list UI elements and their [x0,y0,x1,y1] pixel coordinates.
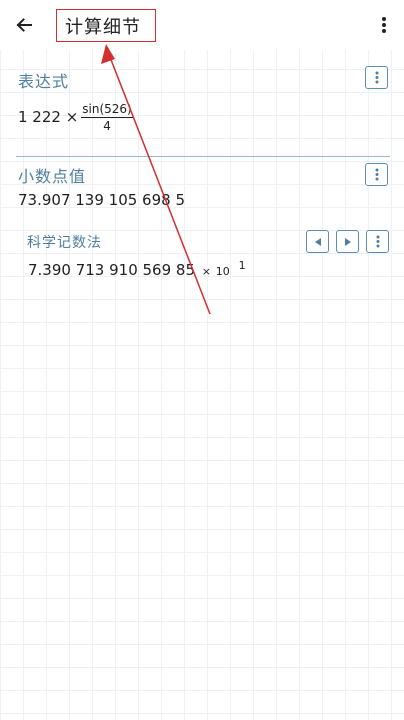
scientific-base: 10 [215,265,230,278]
scientific-mantissa: 7.390 713 910 569 85 [28,261,195,279]
scientific-value: 7.390 713 910 569 85 × 10 1 [28,259,246,279]
more-vertical-icon [375,71,378,84]
scientific-exponent: 1 [238,259,246,272]
more-vertical-icon [375,168,378,181]
scientific-heading: 科学记数法 [27,235,102,251]
previous-format-button[interactable] [306,230,329,253]
overflow-menu-button[interactable] [374,13,394,37]
expression-prefix: 1 222 × [18,108,79,126]
scientific-times-sign: × [201,265,211,278]
fraction-denominator: 4 [103,118,111,133]
next-format-button[interactable] [336,230,359,253]
page-title-highlight: 计算细节 [56,9,156,42]
triangle-right-icon [344,237,351,246]
scientific-menu-button[interactable] [366,230,389,253]
more-vertical-icon [376,235,379,248]
section-divider [16,156,390,157]
expression-menu-button[interactable] [365,66,388,89]
triangle-left-icon [314,237,321,246]
page-title: 计算细节 [65,16,141,38]
arrow-left-icon [16,18,32,32]
expression-value: 1 222 × sin(526) 4 [18,98,133,136]
app-bar: 计算细节 [0,0,404,50]
expression-fraction: sin(526) 4 [81,101,133,133]
fraction-numerator: sin(526) [81,101,133,118]
decimal-value: 73.907 139 105 698 5 [18,191,185,209]
decimal-menu-button[interactable] [365,163,388,186]
more-vertical-icon [382,17,386,33]
back-button[interactable] [10,11,38,39]
decimal-heading: 小数点值 [18,167,87,186]
expression-heading: 表达式 [18,72,70,91]
